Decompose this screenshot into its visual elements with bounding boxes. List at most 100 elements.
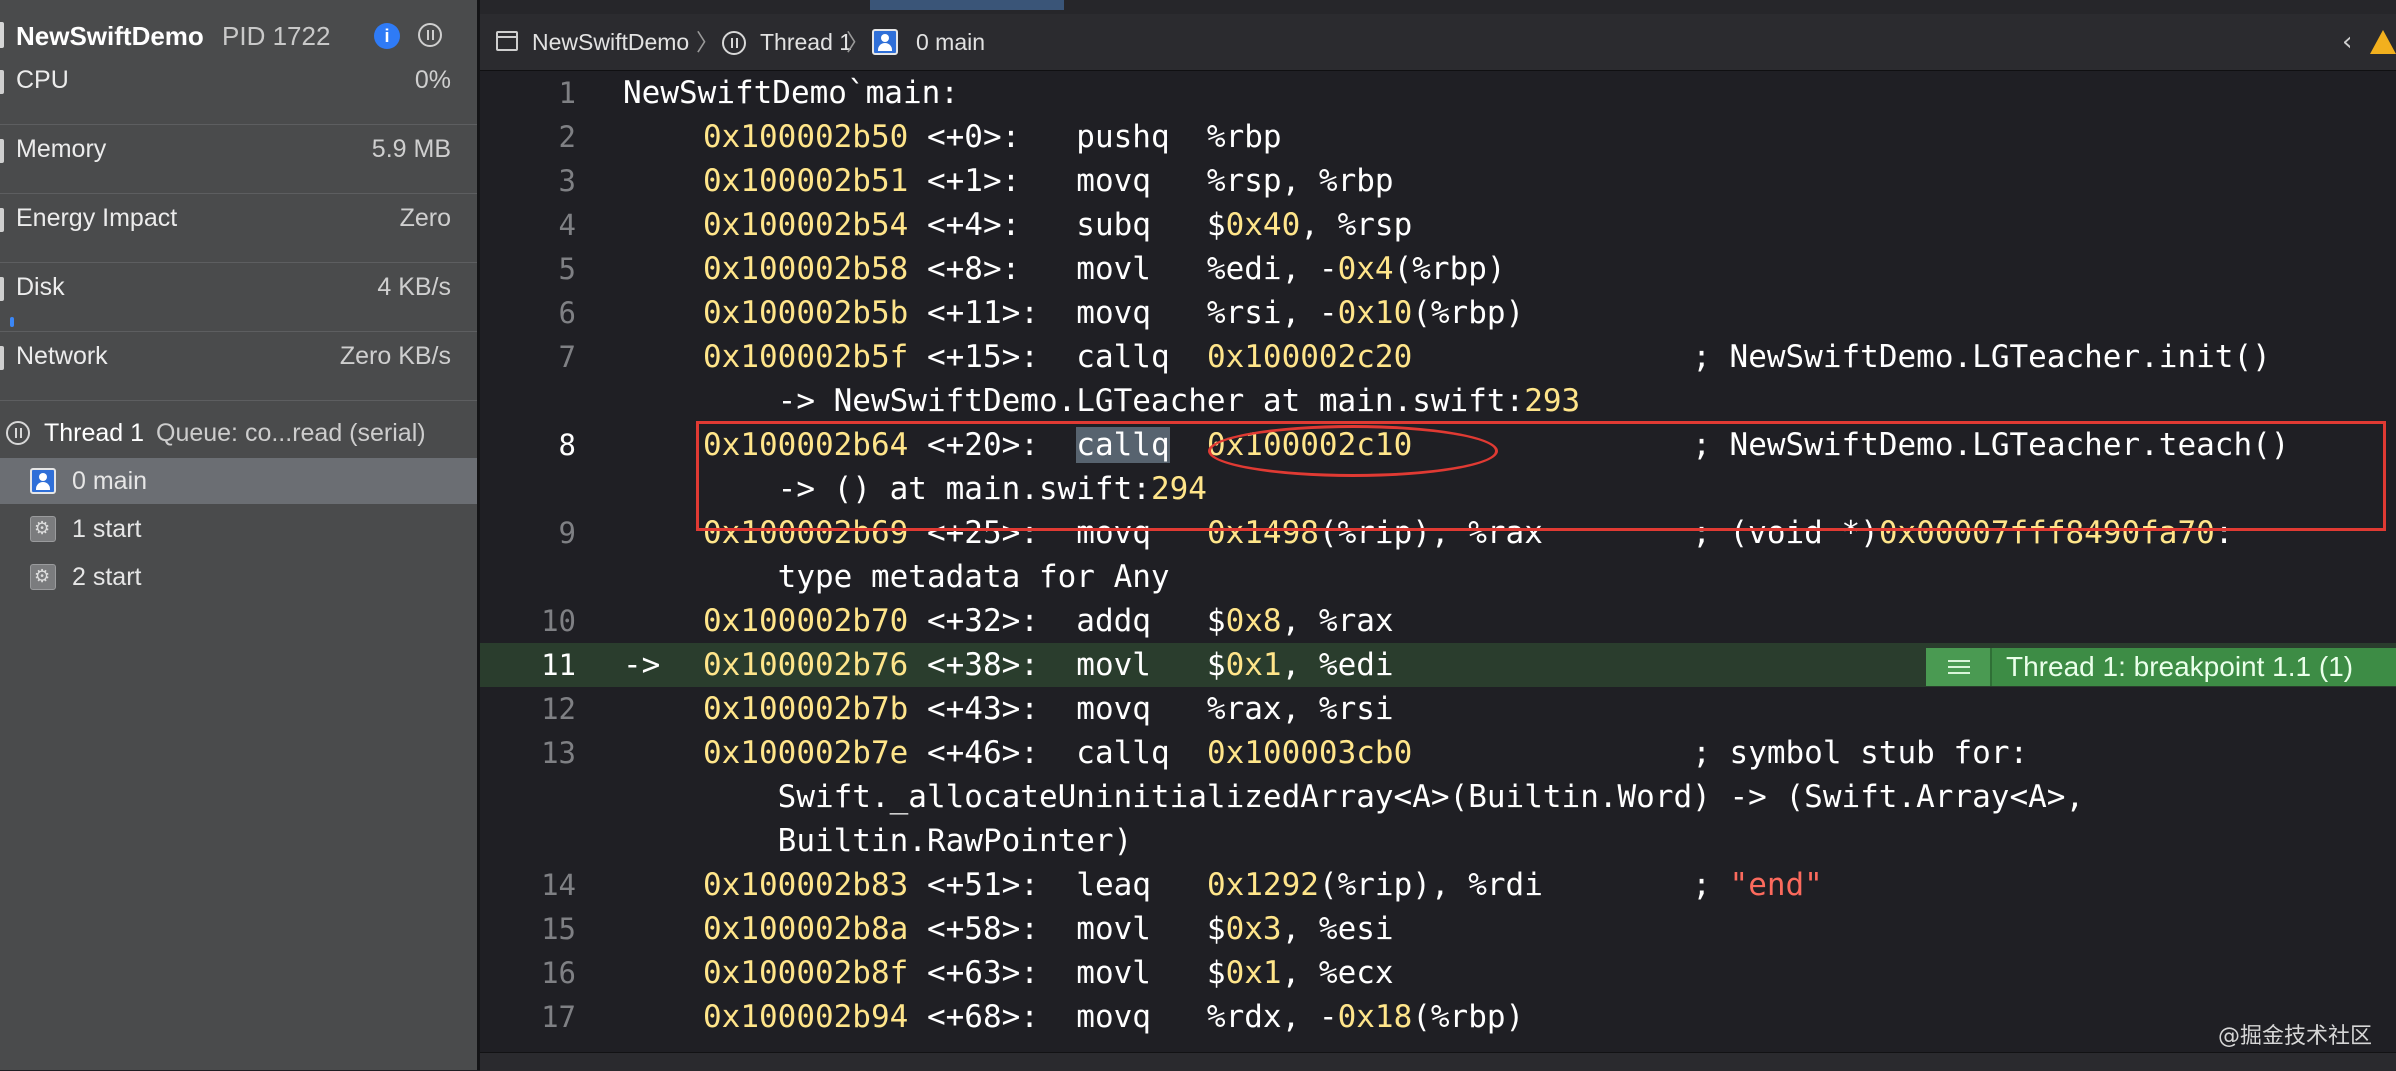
gauge-value: 0% xyxy=(414,66,451,94)
line-number[interactable]: 14 xyxy=(480,863,576,907)
line-number[interactable]: 4 xyxy=(480,203,576,247)
code-token: <+51>: leaq xyxy=(908,867,1207,903)
address-token: 0x18 xyxy=(1337,999,1413,1035)
line-number[interactable]: 13 xyxy=(480,731,576,775)
address-token: 0x1292 xyxy=(1206,867,1319,903)
address-token: 0x1 xyxy=(1225,955,1282,991)
gauge-energy-impact[interactable]: Energy Impact Zero xyxy=(0,194,477,263)
address-token: 0x8 xyxy=(1225,603,1282,639)
code-line-16[interactable]: 16 0x100002b8f <+63>: movl $0x1, %ecx xyxy=(480,951,2396,995)
thread-row[interactable]: Thread 1 Queue: co...read (serial) xyxy=(0,410,477,456)
gauge-cpu[interactable]: CPU 0% xyxy=(0,56,477,125)
gauge-network[interactable]: Network Zero KB/s xyxy=(0,332,477,401)
code-line-continuation[interactable]: Builtin.RawPointer) xyxy=(480,819,2396,863)
stack-frame-1[interactable]: 1 start xyxy=(0,506,477,552)
gauge-label: CPU xyxy=(16,66,69,94)
chevron-right-icon: 〉 xyxy=(846,29,869,55)
code-line-3[interactable]: 3 0x100002b51 <+1>: movq %rsp, %rbp xyxy=(480,159,2396,203)
process-row[interactable]: NewSwiftDemo PID 1722 i xyxy=(0,14,477,58)
line-number[interactable]: 15 xyxy=(480,907,576,951)
code-line-4[interactable]: 4 0x100002b54 <+4>: subq $0x40, %rsp xyxy=(480,203,2396,247)
code-token: <+46>: callq xyxy=(908,735,1207,771)
code-line-6[interactable]: 6 0x100002b5b <+11>: movq %rsi, -0x10(%rb… xyxy=(480,291,2396,335)
line-number[interactable]: 9 xyxy=(480,511,576,555)
address-token: 0x100002c20 xyxy=(1206,339,1413,375)
address-token: 0x100002b50 xyxy=(703,119,909,155)
line-number[interactable]: 11 xyxy=(480,643,576,687)
thread-icon xyxy=(6,421,30,445)
line-number[interactable]: 2 xyxy=(480,115,576,159)
gauge-memory[interactable]: Memory 5.9 MB xyxy=(0,125,477,194)
code-line-13[interactable]: 13 0x100002b7e <+46>: callq 0x100003cb0 ;… xyxy=(480,731,2396,775)
system-frame-icon xyxy=(30,506,56,552)
gauge-icon xyxy=(0,277,4,301)
code-token: type metadata for Any xyxy=(703,559,1170,595)
address-token: 0x100002b5b xyxy=(703,295,909,331)
code-token: Swift._allocateUninitializedArray<A>(Bui… xyxy=(703,779,2085,815)
code-line-continuation[interactable]: Swift._allocateUninitializedArray<A>(Bui… xyxy=(480,775,2396,819)
code-token: Builtin.RawPointer) xyxy=(703,823,1133,859)
code-token: <+11>: movq %rsi, - xyxy=(908,295,1338,331)
code-text: Swift._allocateUninitializedArray<A>(Bui… xyxy=(703,775,2084,819)
chevron-left-icon[interactable]: ‹ xyxy=(2342,14,2352,70)
stack-frame-label: 2 start xyxy=(72,563,142,591)
code-line-7[interactable]: 7 0x100002b5f <+15>: callq 0x100002c20 ; … xyxy=(480,335,2396,379)
code-line-2[interactable]: 2 0x100002b50 <+0>: pushq %rbp xyxy=(480,115,2396,159)
address-token: 0x100002b8a xyxy=(703,911,909,947)
code-line-14[interactable]: 14 0x100002b83 <+51>: leaq 0x1292(%rip), … xyxy=(480,863,2396,907)
jump-bar: NewSwiftDemo 〉 Thread 1 〉 0 main ‹ xyxy=(480,14,2396,71)
stack-frame-2[interactable]: 2 start xyxy=(0,554,477,600)
code-line-17[interactable]: 17 0x100002b94 <+68>: movq %rdx, -0x18(%r… xyxy=(480,995,2396,1039)
jumpbar-thread[interactable]: Thread 1 xyxy=(760,14,852,70)
code-text: 0x100002b7b <+43>: movq %rax, %rsi xyxy=(703,687,1394,731)
code-line-continuation[interactable]: type metadata for Any xyxy=(480,555,2396,599)
code-text: NewSwiftDemo`main: xyxy=(623,71,959,115)
line-number[interactable]: 1 xyxy=(480,71,576,115)
breakpoint-annotation[interactable]: Thread 1: breakpoint 1.1 (1) xyxy=(1926,648,2396,686)
jumpbar-project[interactable]: NewSwiftDemo xyxy=(532,14,689,70)
code-token: <+0>: pushq %rbp xyxy=(908,119,1282,155)
line-number[interactable]: 3 xyxy=(480,159,576,203)
line-number[interactable]: 5 xyxy=(480,247,576,291)
code-token: NewSwiftDemo`main: xyxy=(623,75,959,111)
process-pid: PID 1722 xyxy=(222,21,331,51)
address-token: 0x100002b76 xyxy=(703,647,909,683)
gauge-label: Energy Impact xyxy=(16,204,178,232)
gauge-disk[interactable]: Disk 4 KB/s xyxy=(0,263,477,332)
active-tab-indicator[interactable] xyxy=(870,0,1064,10)
code-line-continuation[interactable]: -> NewSwiftDemo.LGTeacher at main.swift:… xyxy=(480,379,2396,423)
address-token: 0x40 xyxy=(1225,207,1301,243)
code-line-1[interactable]: 1 NewSwiftDemo`main: xyxy=(480,71,2396,115)
list-icon[interactable] xyxy=(1926,648,1992,686)
line-number[interactable]: 17 xyxy=(480,995,576,1039)
address-token: 0x100002b5f xyxy=(703,339,909,375)
code-line-12[interactable]: 12 0x100002b7b <+43>: movq %rax, %rsi xyxy=(480,687,2396,731)
address-token: 0x3 xyxy=(1225,911,1282,947)
debug-navigator: NewSwiftDemo PID 1722 i CPU 0% Memory 5.9 M… xyxy=(0,0,480,1070)
line-number[interactable]: 16 xyxy=(480,951,576,995)
line-number[interactable]: 12 xyxy=(480,687,576,731)
code-token: , %rax xyxy=(1281,603,1394,639)
code-token: <+68>: movq %rdx, - xyxy=(908,999,1338,1035)
line-number[interactable]: 6 xyxy=(480,291,576,335)
warning-icon[interactable] xyxy=(2370,30,2396,54)
address-token: 0x10 xyxy=(1337,295,1413,331)
code-line-5[interactable]: 5 0x100002b58 <+8>: movl %edi, -0x4(%rbp) xyxy=(480,247,2396,291)
line-number[interactable]: 7 xyxy=(480,335,576,379)
stack-frame-0[interactable]: 0 main xyxy=(0,458,477,504)
line-number[interactable]: 10 xyxy=(480,599,576,643)
gauge-icon xyxy=(0,346,4,370)
gauge-icon xyxy=(0,208,4,232)
code-token: ; symbol stub for: xyxy=(1412,735,2029,771)
code-line-10[interactable]: 10 0x100002b70 <+32>: addq $0x8, %rax xyxy=(480,599,2396,643)
info-icon[interactable]: i xyxy=(374,23,400,49)
gauge-value: Zero KB/s xyxy=(339,342,451,370)
code-line-15[interactable]: 15 0x100002b8a <+58>: movl $0x3, %esi xyxy=(480,907,2396,951)
thread-pause-icon[interactable] xyxy=(418,23,442,47)
code-token: <+1>: movq %rsp, %rbp xyxy=(908,163,1394,199)
jumpbar-frame[interactable]: 0 main xyxy=(916,14,985,70)
line-number[interactable]: 8 xyxy=(480,423,576,467)
disassembly-editor[interactable]: 1 NewSwiftDemo`main: 2 0x100002b50 <+0>: pu… xyxy=(480,71,2396,1052)
thread-queue: Queue: co...read (serial) xyxy=(156,419,426,447)
code-token: <+8>: movl %edi, - xyxy=(908,251,1338,287)
